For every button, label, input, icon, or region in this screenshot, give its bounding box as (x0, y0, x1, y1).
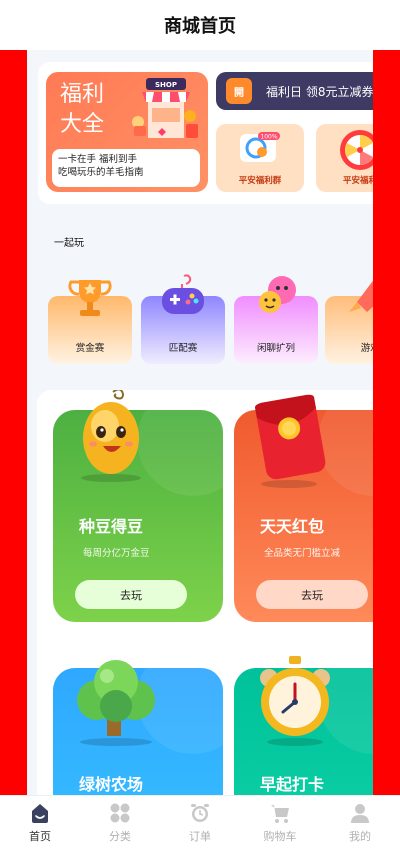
game-card-title: 绿树农场 (79, 775, 144, 794)
emoji-icon (259, 276, 296, 313)
mini-card-label: 平安福利群 (238, 176, 282, 186)
announcement-text: 福利日 领8元立减券 (266, 85, 373, 99)
play-item-label: 赏金赛 (75, 343, 105, 354)
bottom-tabbar: 首页 分类 订单 购物车 我的 (0, 795, 400, 850)
mini-card-badge: 100% (260, 134, 277, 141)
tab-label: 首页 (29, 830, 51, 843)
left-red-bar (0, 50, 27, 795)
play-item-label: 游戏启 (360, 343, 373, 354)
order-icon (191, 804, 209, 822)
right-red-bar (373, 50, 400, 795)
section-title-play: 一起玩 (54, 238, 84, 249)
play-button[interactable]: 去玩 (256, 580, 368, 609)
welfare-promo-subtitle: 一卡在手 福利到手 吃喝玩乐的羊毛指南 (52, 149, 200, 187)
header: 商城首页 (0, 0, 400, 50)
rocket-icon (349, 280, 373, 312)
user-icon (351, 804, 369, 823)
play-item-label: 闲聊扩列 (256, 343, 295, 354)
category-icon (110, 803, 130, 823)
tab-label: 我的 (349, 830, 371, 843)
lucky-wheel-icon (340, 130, 373, 170)
page-title: 商城首页 (164, 16, 236, 37)
home-icon (32, 804, 48, 823)
game-card-desc: 全品类无门槛立减 (264, 548, 341, 559)
welfare-promo-subtitle-text: 一卡在手 福利到手 吃喝玩乐的羊毛指南 (58, 154, 144, 178)
game-card-title: 种豆得豆 (79, 517, 144, 536)
tab-cart[interactable]: 购物车 (240, 796, 320, 850)
welfare-promo-banner[interactable]: 福利大全 SHOP 一卡在手 福利到手 吃喝玩乐的羊毛指南 (46, 72, 208, 192)
play-item-label: 匹配赛 (168, 343, 198, 354)
gamepad-icon (162, 274, 204, 314)
tree-icon (77, 660, 155, 746)
red-packet-icon (255, 394, 326, 488)
tab-category[interactable]: 分类 (80, 796, 160, 850)
tab-orders[interactable]: 订单 (160, 796, 240, 850)
announcement-bar[interactable]: 開 福利日 领8元立减券 (216, 72, 373, 110)
welfare-promo-title: 福利大全 (60, 82, 105, 137)
main-content[interactable]: 福利大全 SHOP 一卡在手 福利到手 吃喝玩乐的羊毛指南 開 福利日 领8元立… (27, 50, 373, 795)
mini-card-welfare[interactable]: 平安福利 (316, 124, 373, 192)
tab-label: 订单 (189, 830, 211, 843)
mini-card-label: 平安福利 (342, 176, 373, 186)
game-panel: 种豆得豆 每周分亿万金豆 去玩 天天红包 全品类无门槛立减 去玩 绿树农场 早起… (37, 390, 373, 795)
mini-card-welfare-group[interactable]: 100% 平安福利群 (216, 124, 304, 192)
cart-icon (271, 805, 289, 823)
game-card-desc: 每周分亿万金豆 (83, 548, 150, 559)
tab-home[interactable]: 首页 (0, 796, 80, 850)
shop-sign: SHOP (155, 81, 177, 89)
shop-illustration-icon: SHOP (132, 78, 198, 138)
welfare-card: 福利大全 SHOP 一卡在手 福利到手 吃喝玩乐的羊毛指南 開 福利日 领8元立… (38, 62, 373, 204)
play-button[interactable]: 去玩 (75, 580, 187, 609)
trophy-icon (68, 280, 112, 316)
tab-label: 分类 (109, 830, 131, 843)
chat-bubble-icon: 100% (240, 132, 280, 162)
tab-label: 购物车 (263, 830, 297, 843)
bean-character-icon (81, 390, 141, 482)
stopwatch-icon (260, 656, 330, 746)
game-card-title: 天天红包 (260, 517, 325, 536)
announce-badge-icon: 開 (226, 78, 252, 104)
tab-profile[interactable]: 我的 (320, 796, 400, 850)
game-card-title: 早起打卡 (260, 775, 325, 794)
